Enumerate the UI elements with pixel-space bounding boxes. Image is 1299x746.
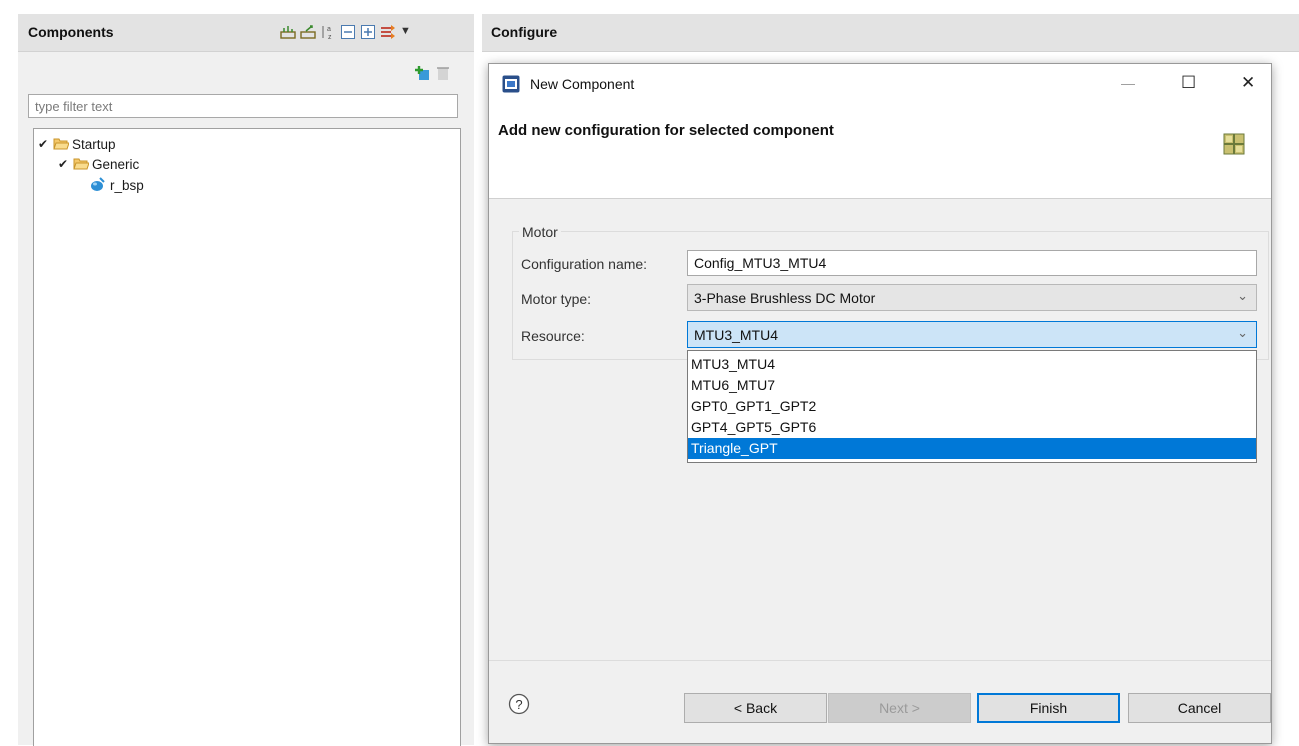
motor-type-label: Motor type:: [521, 291, 592, 307]
new-component-dialog: New Component — ☐ ✕ Add new configuratio…: [488, 63, 1272, 744]
resource-dropdown-list: MTU3_MTU4 MTU6_MTU7 GPT0_GPT1_GPT2 GPT4_…: [687, 350, 1257, 463]
collapse-all-icon[interactable]: [340, 24, 356, 40]
dropdown-option[interactable]: GPT0_GPT1_GPT2: [688, 396, 1256, 417]
tree-item-r-bsp[interactable]: r_bsp: [90, 175, 144, 195]
panel-title: Configure: [491, 24, 558, 40]
dropdown-option[interactable]: MTU3_MTU4: [688, 354, 1256, 375]
tree-item-label: Generic: [92, 156, 140, 172]
help-icon[interactable]: ?: [508, 693, 530, 715]
maximize-icon[interactable]: ☐: [1181, 73, 1196, 93]
group-label: Motor: [519, 224, 561, 240]
config-name-label: Configuration name:: [521, 256, 648, 272]
app-icon: [502, 75, 520, 93]
svg-text:z: z: [328, 34, 332, 40]
minimize-icon[interactable]: —: [1121, 75, 1135, 91]
chevron-down-icon: ⌄: [1237, 288, 1248, 303]
dropdown-option[interactable]: MTU6_MTU7: [688, 375, 1256, 396]
resource-select[interactable]: MTU3_MTU4 ⌄: [687, 321, 1257, 348]
sort-alpha-icon[interactable]: az: [320, 24, 336, 41]
remove-icon[interactable]: [435, 65, 451, 81]
dialog-title: New Component: [530, 76, 635, 92]
component-icon: [90, 176, 106, 195]
component-tree: ✔ Startup ✔ Generic r_bsp: [33, 128, 461, 746]
dropdown-option-selected[interactable]: Triangle_GPT: [688, 438, 1256, 459]
folder-open-icon: [73, 156, 90, 173]
components-panel-header: Components az ▼: [18, 14, 474, 52]
remove-component-icon[interactable]: [300, 24, 316, 40]
dropdown-option[interactable]: GPT4_GPT5_GPT6: [688, 417, 1256, 438]
tree-item-generic[interactable]: ✔ Generic: [58, 154, 139, 174]
tree-item-label: r_bsp: [110, 177, 144, 193]
chevron-down-icon[interactable]: ✔: [58, 157, 70, 171]
add-component-icon[interactable]: [280, 24, 296, 40]
configure-panel-header: Configure: [482, 14, 1299, 52]
dialog-banner: Add new configuration for selected compo…: [489, 104, 1271, 199]
next-button[interactable]: Next >: [828, 693, 971, 723]
back-button[interactable]: < Back: [684, 693, 827, 723]
resource-value: MTU3_MTU4: [694, 327, 779, 343]
finish-button[interactable]: Finish: [977, 693, 1120, 723]
resource-label: Resource:: [521, 328, 585, 344]
filter-input[interactable]: [28, 94, 458, 118]
panel-title: Components: [28, 24, 114, 40]
view-menu-icon[interactable]: ▼: [400, 25, 416, 41]
config-name-input[interactable]: [687, 250, 1257, 276]
svg-text:?: ?: [515, 697, 522, 712]
new-component-icon[interactable]: [414, 65, 430, 81]
cancel-button[interactable]: Cancel: [1128, 693, 1271, 723]
folder-open-icon: [53, 136, 70, 153]
svg-text:a: a: [327, 26, 331, 33]
dialog-titlebar[interactable]: New Component — ☐ ✕: [489, 64, 1271, 104]
wizard-icon: [1222, 132, 1246, 156]
tree-item-label: Startup: [72, 136, 116, 152]
chevron-down-icon: ⌄: [1237, 325, 1248, 340]
expand-all-icon[interactable]: [360, 24, 376, 40]
tree-item-startup[interactable]: ✔ Startup: [38, 134, 116, 154]
filter-icon[interactable]: [380, 24, 396, 40]
motor-type-select[interactable]: 3-Phase Brushless DC Motor ⌄: [687, 284, 1257, 311]
close-icon[interactable]: ✕: [1241, 73, 1255, 93]
chevron-down-icon[interactable]: ✔: [38, 137, 50, 151]
footer-divider: [489, 660, 1271, 661]
motor-type-value: 3-Phase Brushless DC Motor: [694, 290, 876, 306]
banner-title: Add new configuration for selected compo…: [498, 122, 834, 139]
components-panel: Components az ▼ ✔ St: [18, 14, 474, 746]
